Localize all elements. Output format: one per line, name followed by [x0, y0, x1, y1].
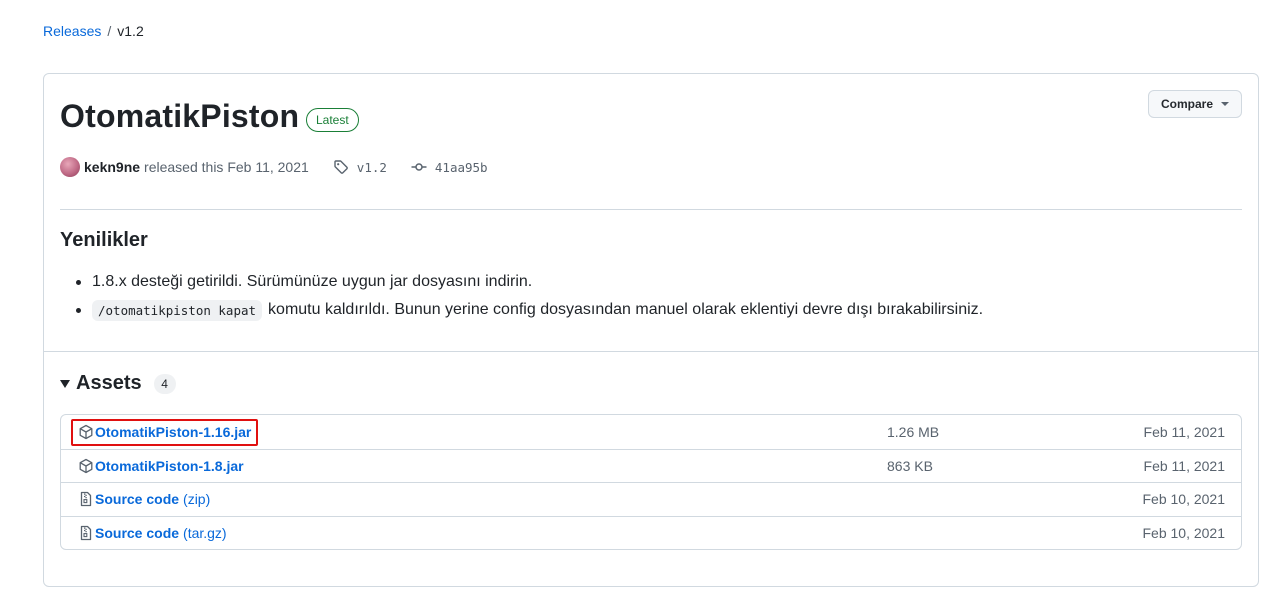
- triangle-down-icon: [60, 379, 70, 388]
- note-code: /otomatikpiston kapat: [92, 299, 263, 321]
- package-icon: [79, 458, 93, 473]
- divider: [60, 209, 1242, 210]
- note-text: 1.8.x desteği getirildi. Sürümünüze uygu…: [92, 273, 533, 290]
- breadcrumb-releases-link[interactable]: Releases: [43, 23, 101, 39]
- tag-link[interactable]: v1.2: [333, 159, 387, 175]
- breadcrumb-current: v1.2: [117, 23, 144, 39]
- asset-suffix: (zip): [183, 491, 211, 508]
- asset-row: OtomatikPiston-1.8.jar 863 KB Feb 11, 20…: [61, 448, 1241, 483]
- asset-date: Feb 11, 2021: [1143, 423, 1225, 440]
- commit-link[interactable]: 41aa95b: [411, 159, 488, 175]
- tag-label: v1.2: [356, 159, 387, 175]
- note-item: 1.8.x desteği getirildi. Sürümünüze uygu…: [76, 268, 983, 296]
- assets-list: OtomatikPiston-1.16.jar 1.26 MB Feb 11, …: [60, 414, 1242, 550]
- asset-name: Source code: [95, 491, 180, 508]
- asset-link[interactable]: Source code (tar.gz): [78, 525, 227, 541]
- chevron-down-icon: [1221, 102, 1229, 106]
- avatar[interactable]: [60, 157, 80, 177]
- asset-name: OtomatikPiston-1.8.jar: [95, 457, 244, 474]
- assets-divider: [44, 351, 1258, 352]
- breadcrumb-separator: /: [107, 23, 112, 39]
- asset-date: Feb 11, 2021: [1143, 457, 1225, 474]
- asset-link[interactable]: OtomatikPiston-1.8.jar: [78, 458, 244, 474]
- asset-date: Feb 10, 2021: [1142, 491, 1225, 508]
- breadcrumb: Releases / v1.2: [43, 23, 144, 39]
- assets-toggle[interactable]: Assets 4: [60, 372, 176, 395]
- asset-link[interactable]: OtomatikPiston-1.16.jar: [78, 424, 251, 440]
- author-link[interactable]: kekn9ne: [84, 159, 140, 175]
- release-title[interactable]: OtomatikPiston: [60, 98, 299, 135]
- compare-button-label: Compare: [1160, 97, 1213, 111]
- tag-icon: [334, 160, 348, 174]
- compare-button[interactable]: Compare: [1147, 90, 1242, 118]
- commit-label: 41aa95b: [434, 159, 488, 175]
- asset-row: Source code (zip) Feb 10, 2021: [61, 482, 1241, 516]
- release-meta: kekn9ne released this Feb 11, 2021 v1.2 …: [60, 156, 488, 178]
- git-commit-icon: [411, 163, 427, 171]
- asset-date: Feb 10, 2021: [1142, 524, 1225, 541]
- asset-row: Source code (tar.gz) Feb 10, 2021: [61, 515, 1241, 550]
- note-item: /otomatikpiston kapat komutu kaldırıldı.…: [76, 296, 983, 324]
- asset-size: 863 KB: [887, 457, 933, 474]
- assets-title: Assets: [76, 372, 142, 394]
- notes-list: 1.8.x desteği getirildi. Sürümünüze uygu…: [76, 268, 983, 324]
- package-icon: [79, 424, 93, 439]
- latest-badge: Latest: [306, 108, 359, 132]
- asset-row: OtomatikPiston-1.16.jar 1.26 MB Feb 11, …: [61, 415, 1241, 449]
- asset-link[interactable]: Source code (zip): [78, 491, 210, 507]
- released-text: released this Feb 11, 2021: [144, 159, 309, 175]
- assets-count-badge: 4: [153, 373, 176, 394]
- file-zip-icon: [80, 525, 92, 540]
- note-text: komutu kaldırıldı. Bunun yerine config d…: [268, 301, 984, 318]
- asset-name: OtomatikPiston-1.16.jar: [95, 423, 252, 440]
- asset-name: Source code: [95, 524, 180, 541]
- asset-size: 1.26 MB: [887, 423, 940, 440]
- asset-suffix: (tar.gz): [183, 524, 227, 541]
- notes-heading: Yenilikler: [60, 229, 148, 251]
- file-zip-icon: [80, 492, 92, 507]
- release-card: OtomatikPiston Latest Compare kekn9ne re…: [43, 73, 1259, 587]
